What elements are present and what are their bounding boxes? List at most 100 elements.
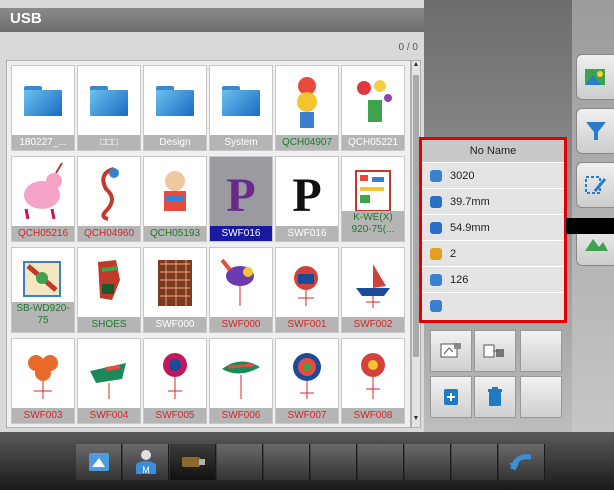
file-name-label: 180227_... bbox=[12, 135, 74, 150]
color-count-icon bbox=[430, 247, 442, 260]
pointer-arrow bbox=[566, 218, 614, 234]
info-row bbox=[422, 292, 564, 318]
bird-icon bbox=[210, 248, 272, 318]
scroll-up-icon[interactable]: ▲ bbox=[412, 61, 420, 73]
orange-flower-icon bbox=[12, 339, 74, 409]
letter-p-black-icon: P bbox=[276, 157, 338, 227]
page-counter: 0 / 0 bbox=[398, 42, 418, 53]
usb-drive-icon bbox=[181, 457, 205, 467]
file-name-label: QCH04960 bbox=[78, 226, 140, 241]
design-item[interactable]: QCH05216 bbox=[11, 156, 75, 242]
scroll-down-icon[interactable]: ▼ bbox=[412, 415, 420, 427]
design-item[interactable]: QCH05193 bbox=[143, 156, 207, 242]
transfer-button[interactable] bbox=[474, 330, 516, 372]
toolbar-slot-7[interactable] bbox=[358, 444, 404, 480]
action-buttons bbox=[426, 328, 566, 428]
toolbar-slot-9[interactable] bbox=[452, 444, 498, 480]
folder-item[interactable]: System bbox=[209, 65, 273, 151]
back-button[interactable] bbox=[499, 444, 545, 480]
folder-item[interactable]: 180227_... bbox=[11, 65, 75, 151]
file-name-label: SWF001 bbox=[276, 317, 338, 332]
letter-p-purple-icon: P bbox=[210, 157, 272, 227]
design-item[interactable]: SHOES bbox=[77, 247, 141, 333]
design-item[interactable]: SWF000 bbox=[209, 247, 273, 333]
preview-button[interactable] bbox=[430, 330, 472, 372]
toolbar-slot-8[interactable] bbox=[405, 444, 451, 480]
embroidery-file-browser: USB 0 / 0 180227_... □□□ Design System QCH04… bbox=[0, 0, 614, 490]
file-grid: 180227_... □□□ Design System QCH04907 QCH0522… bbox=[6, 60, 411, 428]
info-value: 39.7mm bbox=[450, 195, 490, 208]
load-button[interactable] bbox=[430, 376, 472, 418]
design-item[interactable]: QCH04907 bbox=[275, 65, 339, 151]
design-item[interactable]: SWF002 bbox=[341, 247, 405, 333]
user-icon: M bbox=[135, 450, 156, 475]
toolbar-slot-4[interactable] bbox=[217, 444, 263, 480]
file-name-label: SB-WD920-75 bbox=[12, 302, 74, 332]
landscape-icon bbox=[584, 239, 608, 251]
design-item[interactable]: P SWF016 bbox=[275, 156, 339, 242]
delete-button[interactable] bbox=[474, 376, 516, 418]
info-row: 126 bbox=[422, 266, 564, 292]
design-item[interactable]: QCH04960 bbox=[77, 156, 141, 242]
design-item[interactable]: SWF005 bbox=[143, 338, 207, 424]
screen-icon bbox=[88, 453, 109, 471]
rooster-icon bbox=[276, 248, 338, 318]
bottom-toolbar: M bbox=[0, 432, 614, 490]
folder-item[interactable]: Design bbox=[143, 65, 207, 151]
design-item[interactable]: SWF004 bbox=[77, 338, 141, 424]
color-change-icon bbox=[430, 273, 442, 286]
toolbar-slot-5[interactable] bbox=[264, 444, 310, 480]
folder-item[interactable]: □□□ bbox=[77, 65, 141, 151]
user-button[interactable]: M bbox=[123, 444, 169, 480]
stitch-count-icon bbox=[430, 169, 442, 182]
image-icon bbox=[584, 69, 605, 85]
medallion-icon bbox=[276, 339, 338, 409]
image-button[interactable] bbox=[576, 54, 614, 100]
folder-icon bbox=[210, 66, 272, 136]
design-item[interactable]: SWF007 bbox=[275, 338, 339, 424]
design-item[interactable]: SB-WD920-75 bbox=[11, 247, 75, 333]
file-name-label: SWF000 bbox=[210, 317, 272, 332]
empty-button-2[interactable] bbox=[520, 376, 562, 418]
file-name-label: SWF000 bbox=[144, 317, 206, 332]
design-item[interactable]: SWF008 bbox=[341, 338, 405, 424]
file-name-label: SWF006 bbox=[210, 408, 272, 423]
file-name-label: System bbox=[210, 135, 272, 150]
window-title: USB bbox=[0, 8, 424, 32]
design-item[interactable]: QCH05221 bbox=[341, 65, 405, 151]
load-file-icon bbox=[444, 389, 458, 405]
info-row: 2 bbox=[422, 240, 564, 266]
flower-bouquet-icon bbox=[342, 66, 404, 136]
folder-icon bbox=[78, 66, 140, 136]
design-item[interactable]: K-WE(X) 920-75(... bbox=[341, 156, 405, 242]
time-icon bbox=[430, 299, 442, 312]
file-name-label: QCH05221 bbox=[342, 135, 404, 150]
design-item[interactable]: SWF000 bbox=[143, 247, 207, 333]
edit-icon bbox=[584, 176, 606, 194]
design-item[interactable]: SWF001 bbox=[275, 247, 339, 333]
info-row: 39.7mm bbox=[422, 188, 564, 214]
home-button[interactable] bbox=[76, 444, 122, 480]
height-icon bbox=[430, 221, 442, 234]
edit-button[interactable] bbox=[576, 162, 614, 208]
file-name-label: SWF002 bbox=[342, 317, 404, 332]
design-item[interactable]: SWF003 bbox=[11, 338, 75, 424]
seahorse-icon bbox=[78, 157, 140, 227]
file-name-label: QCH04907 bbox=[276, 135, 338, 150]
filter-button[interactable] bbox=[576, 108, 614, 154]
usb-button[interactable] bbox=[170, 444, 216, 480]
svg-text:P: P bbox=[226, 169, 255, 222]
svg-text:P: P bbox=[292, 169, 321, 222]
empty-button-1[interactable] bbox=[520, 330, 562, 372]
file-name-label: QCH05193 bbox=[144, 226, 206, 241]
file-name-label: SHOES bbox=[78, 317, 140, 332]
toolbar-slot-6[interactable] bbox=[311, 444, 357, 480]
svg-text:M: M bbox=[142, 465, 150, 475]
file-name-label: □□□ bbox=[78, 135, 140, 150]
file-name-label: QCH05216 bbox=[12, 226, 74, 241]
design-item[interactable]: P SWF016 bbox=[209, 156, 273, 242]
right-toolbar bbox=[572, 0, 614, 432]
back-arrow-icon bbox=[508, 454, 531, 471]
design-item[interactable]: SWF006 bbox=[209, 338, 273, 424]
info-value: 3020 bbox=[450, 169, 475, 182]
